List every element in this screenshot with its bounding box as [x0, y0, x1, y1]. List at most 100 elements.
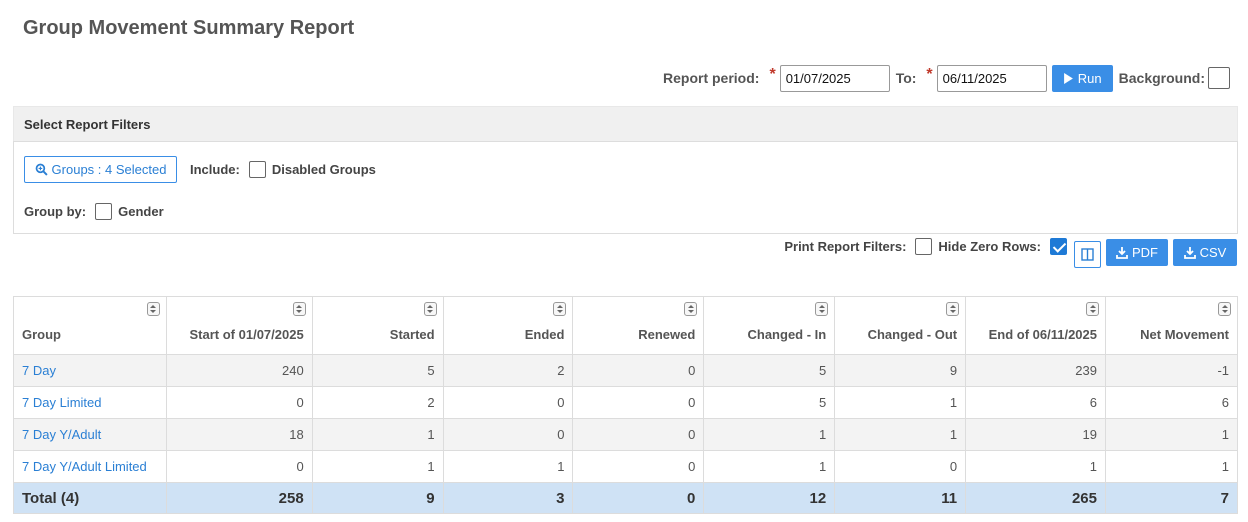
column-header[interactable]: Started — [311, 296, 444, 355]
hide-zero-rows-checkbox[interactable] — [1050, 238, 1067, 255]
column-header[interactable]: Changed - Out — [834, 296, 967, 355]
print-filters-checkbox[interactable] — [915, 238, 933, 255]
sort-icon[interactable] — [815, 302, 829, 316]
sort-icon[interactable] — [946, 302, 960, 316]
play-icon — [1063, 72, 1073, 84]
table-cell: 0 — [442, 386, 574, 419]
pdf-label: PDF — [1132, 245, 1158, 260]
total-cell: 9 — [311, 482, 444, 514]
table-header-row: Group Start of 01/07/2025 Started Ended … — [13, 296, 1238, 355]
table-cell: 1 — [1105, 418, 1238, 451]
group-link[interactable]: 7 Day Y/Adult — [13, 418, 167, 451]
total-cell: 258 — [165, 482, 313, 514]
table-cell: 1 — [1105, 450, 1238, 483]
download-icon — [1116, 246, 1128, 259]
group-link[interactable]: 7 Day — [13, 354, 167, 387]
table-cell: 239 — [965, 354, 1106, 387]
total-cell: 12 — [703, 482, 836, 514]
table-cell: 1 — [442, 450, 574, 483]
table-cell: 1 — [703, 450, 836, 483]
table-cell: 1 — [311, 418, 444, 451]
sort-icon[interactable] — [1218, 302, 1231, 316]
table-cell: 2 — [442, 354, 574, 387]
pdf-download-button[interactable]: PDF — [1106, 239, 1168, 266]
table-cell: 5 — [311, 354, 444, 387]
table-row: 7 Day Y/Adult 18 1 0 0 1 1 19 1 — [13, 418, 1238, 451]
table-cell: 5 — [703, 386, 836, 419]
table-cell: 240 — [165, 354, 313, 387]
columns-icon — [1081, 248, 1094, 261]
column-header[interactable]: End of 06/11/2025 — [965, 296, 1106, 355]
column-header[interactable]: Net Movement — [1105, 296, 1238, 355]
include-row: Include: Disabled Groups — [190, 161, 376, 178]
run-button[interactable]: Run — [1051, 64, 1113, 92]
download-icon — [1183, 246, 1196, 259]
run-button-label: Run — [1077, 70, 1102, 86]
table-cell: 0 — [572, 418, 705, 451]
group-link[interactable]: 7 Day Y/Adult Limited — [13, 450, 167, 483]
total-cell: 0 — [572, 482, 705, 514]
gender-checkbox[interactable] — [95, 203, 113, 220]
column-header[interactable]: Ended — [442, 296, 574, 355]
table-cell: 6 — [965, 386, 1106, 419]
table-cell: 0 — [834, 450, 967, 483]
table-cell: 1 — [703, 418, 836, 451]
total-cell: 265 — [965, 482, 1106, 514]
sort-icon[interactable] — [423, 302, 437, 316]
required-marker: * — [926, 66, 933, 83]
table-row: 7 Day 240 5 2 0 5 9 239 -1 — [13, 354, 1238, 387]
table-cell: 0 — [572, 386, 705, 419]
print-options-row: Print Report Filters: Hide Zero Rows: PD… — [784, 238, 1237, 268]
group-by-label: Group by: — [24, 204, 87, 219]
table-cell: -1 — [1105, 354, 1238, 387]
include-label: Include: — [190, 162, 240, 177]
table-cell: 1 — [311, 450, 444, 483]
report-table: Group Start of 01/07/2025 Started Ended … — [13, 296, 1238, 514]
table-cell: 0 — [442, 418, 574, 451]
to-date-input[interactable] — [936, 64, 1047, 92]
column-header[interactable]: Changed - In — [703, 296, 836, 355]
sort-icon[interactable] — [1086, 302, 1099, 316]
to-label: To: — [895, 70, 917, 86]
group-link[interactable]: 7 Day Limited — [13, 386, 167, 419]
columns-button[interactable] — [1074, 241, 1101, 268]
groups-select-label: Groups : 4 Selected — [51, 162, 167, 177]
table-cell: 18 — [165, 418, 313, 451]
print-filters-label: Print Report Filters: — [784, 239, 907, 254]
sort-icon[interactable] — [292, 302, 306, 316]
search-icon — [35, 163, 48, 176]
total-cell: 7 — [1105, 482, 1238, 514]
column-header[interactable]: Renewed — [572, 296, 705, 355]
sort-icon[interactable] — [684, 302, 698, 316]
report-period-label: Report period: — [663, 70, 760, 86]
table-cell: 0 — [165, 386, 313, 419]
from-date-input[interactable] — [779, 64, 890, 92]
table-cell: 1 — [965, 450, 1106, 483]
background-checkbox[interactable] — [1208, 67, 1230, 89]
table-cell: 0 — [572, 354, 705, 387]
csv-label: CSV — [1199, 245, 1227, 260]
sort-icon[interactable] — [146, 302, 160, 316]
background-label: Background: — [1118, 70, 1205, 86]
hide-zero-rows-label: Hide Zero Rows: — [938, 239, 1041, 254]
table-cell: 9 — [834, 354, 967, 387]
total-cell: 11 — [834, 482, 967, 514]
column-header[interactable]: Start of 01/07/2025 — [165, 296, 313, 355]
column-header[interactable]: Group — [13, 296, 167, 355]
page-title: Group Movement Summary Report — [23, 17, 355, 39]
disabled-groups-checkbox[interactable] — [248, 161, 266, 178]
filters-header: Select Report Filters — [13, 106, 1238, 142]
required-marker: * — [769, 66, 776, 83]
table-cell: 1 — [834, 418, 967, 451]
csv-download-button[interactable]: CSV — [1173, 239, 1237, 266]
table-cell: 1 — [834, 386, 967, 419]
table-cell: 0 — [572, 450, 705, 483]
groups-select-button[interactable]: Groups : 4 Selected — [24, 156, 177, 183]
sort-icon[interactable] — [553, 302, 567, 316]
gender-label: Gender — [118, 204, 164, 219]
table-cell: 5 — [703, 354, 836, 387]
total-cell: 3 — [442, 482, 574, 514]
table-cell: 6 — [1105, 386, 1238, 419]
group-by-row: Group by: Gender — [24, 203, 164, 220]
table-cell: 2 — [311, 386, 444, 419]
